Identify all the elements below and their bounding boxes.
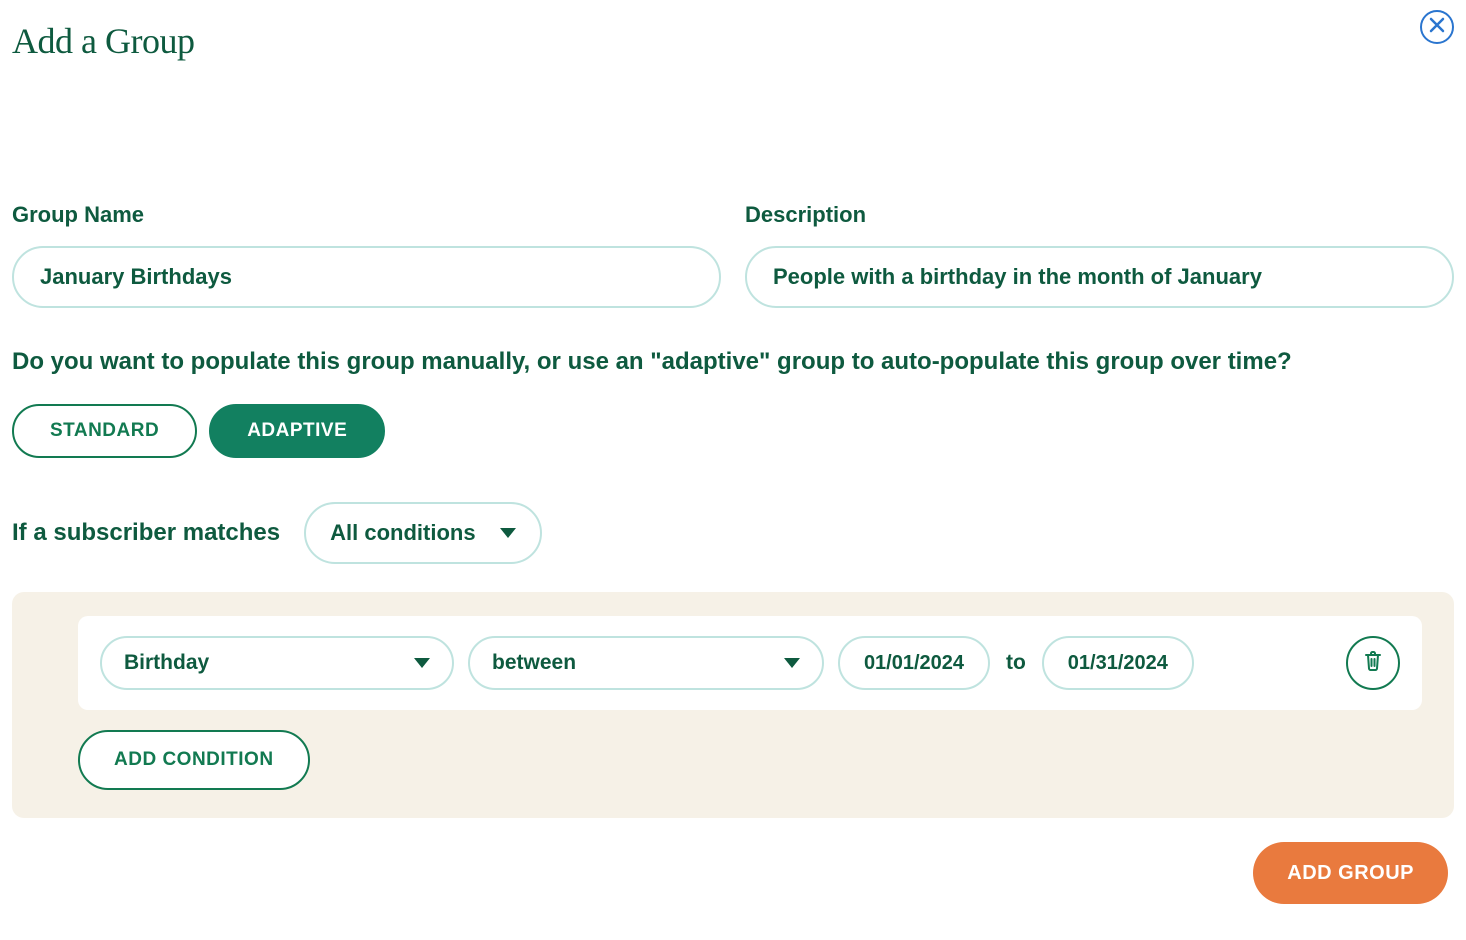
group-mode-toggle: STANDARD ADAPTIVE [12, 404, 1454, 458]
group-name-label: Group Name [12, 202, 721, 228]
adaptive-mode-button[interactable]: ADAPTIVE [209, 404, 385, 458]
condition-operator-value: between [492, 651, 576, 675]
condition-date-to-input[interactable] [1042, 636, 1194, 690]
group-name-column: Group Name [12, 202, 721, 308]
match-mode-value: All conditions [330, 520, 475, 546]
close-button[interactable] [1420, 10, 1454, 44]
add-group-label: ADD GROUP [1287, 862, 1414, 884]
conditions-panel: Birthday between to [12, 592, 1454, 818]
chevron-down-icon [784, 658, 800, 668]
delete-condition-button[interactable] [1346, 636, 1400, 690]
condition-row: Birthday between to [78, 616, 1422, 710]
description-label: Description [745, 202, 1454, 228]
trash-icon [1363, 650, 1383, 677]
add-group-button[interactable]: ADD GROUP [1253, 842, 1448, 904]
standard-mode-label: STANDARD [50, 420, 159, 442]
chevron-down-icon [500, 528, 516, 538]
condition-to-label: to [1004, 651, 1028, 675]
close-icon [1429, 17, 1445, 38]
add-condition-label: ADD CONDITION [114, 749, 274, 771]
page-title: Add a Group [12, 20, 1454, 62]
condition-field-value: Birthday [124, 651, 209, 675]
condition-date-from-input[interactable] [838, 636, 990, 690]
match-mode-select[interactable]: All conditions [304, 502, 541, 564]
chevron-down-icon [414, 658, 430, 668]
add-group-dialog: Add a Group Group Name Description Do yo… [0, 0, 1466, 940]
match-prefix-label: If a subscriber matches [12, 519, 280, 547]
group-name-input[interactable] [12, 246, 721, 308]
add-condition-button[interactable]: ADD CONDITION [78, 730, 310, 790]
dialog-footer: ADD GROUP [12, 842, 1454, 904]
populate-question: Do you want to populate this group manua… [12, 348, 1454, 376]
adaptive-mode-label: ADAPTIVE [247, 420, 347, 442]
condition-operator-select[interactable]: between [468, 636, 824, 690]
standard-mode-button[interactable]: STANDARD [12, 404, 197, 458]
description-column: Description [745, 202, 1454, 308]
match-row: If a subscriber matches All conditions [12, 502, 1454, 564]
name-description-row: Group Name Description [12, 202, 1454, 308]
description-input[interactable] [745, 246, 1454, 308]
condition-field-select[interactable]: Birthday [100, 636, 454, 690]
